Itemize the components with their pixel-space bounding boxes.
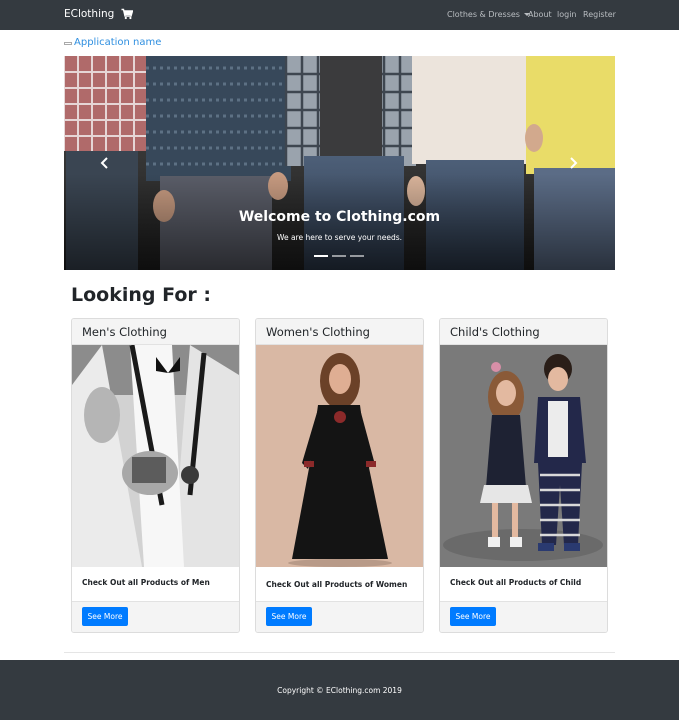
carousel-next-icon[interactable] xyxy=(566,156,580,170)
nav-clothes-label: Clothes & Dresses xyxy=(447,10,520,19)
card-header: Men's Clothing xyxy=(72,319,239,345)
nav-clothes-dropdown[interactable]: Clothes & Dresses xyxy=(447,10,530,19)
carousel-indicators xyxy=(314,255,366,258)
application-name-link[interactable]: Application name xyxy=(64,37,161,48)
nav-login[interactable]: login xyxy=(557,10,577,19)
card-footer: See More xyxy=(72,601,239,632)
card-footer: See More xyxy=(440,601,607,632)
card-title: Men's Clothing xyxy=(82,325,167,339)
card-footer: See More xyxy=(256,601,423,632)
card-title: Child's Clothing xyxy=(450,325,540,339)
childs-clothing-image xyxy=(440,345,607,567)
card-header: Women's Clothing xyxy=(256,319,423,345)
divider xyxy=(64,652,615,653)
shopping-cart-icon[interactable] xyxy=(121,8,133,20)
nav-register[interactable]: Register xyxy=(583,10,616,19)
womens-clothing-image xyxy=(256,345,423,567)
mens-clothing-image xyxy=(72,345,239,567)
brand-link[interactable]: EClothing xyxy=(64,8,114,20)
carousel-prev-icon[interactable] xyxy=(98,156,112,170)
application-name-label: Application name xyxy=(74,37,162,48)
see-more-button[interactable]: See More xyxy=(450,607,496,626)
card-text: Check Out all Products of Child xyxy=(450,578,582,587)
category-card-child: Child's Clothing Check Out all Products … xyxy=(439,318,608,633)
carousel-caption-subtitle: We are here to serve your needs. xyxy=(276,233,402,242)
footer: Copyright © EClothing.com 2019 xyxy=(0,660,679,720)
nav-about[interactable]: About xyxy=(528,10,552,19)
card-text: Check Out all Products of Men xyxy=(82,578,210,587)
broken-image-icon xyxy=(64,42,72,45)
card-header: Child's Clothing xyxy=(440,319,607,345)
copyright-text: Copyright © EClothing.com 2019 xyxy=(277,686,402,695)
card-title: Women's Clothing xyxy=(266,325,370,339)
navbar: EClothing Clothes & Dresses About login … xyxy=(0,0,679,30)
card-text: Check Out all Products of Women xyxy=(266,580,408,589)
hero-carousel: Welcome to Clothing.com We are here to s… xyxy=(64,56,615,270)
see-more-button[interactable]: See More xyxy=(82,607,128,626)
carousel-indicator[interactable] xyxy=(350,255,364,257)
category-card-men: Men's Clothing Check Out all Products of… xyxy=(71,318,240,633)
section-title: Looking For : xyxy=(71,284,211,306)
see-more-button[interactable]: See More xyxy=(266,607,312,626)
category-card-women: Women's Clothing Check Out all Products … xyxy=(255,318,424,633)
carousel-indicator[interactable] xyxy=(314,255,328,257)
carousel-caption-title: Welcome to Clothing.com xyxy=(238,209,441,225)
carousel-indicator[interactable] xyxy=(332,255,346,257)
